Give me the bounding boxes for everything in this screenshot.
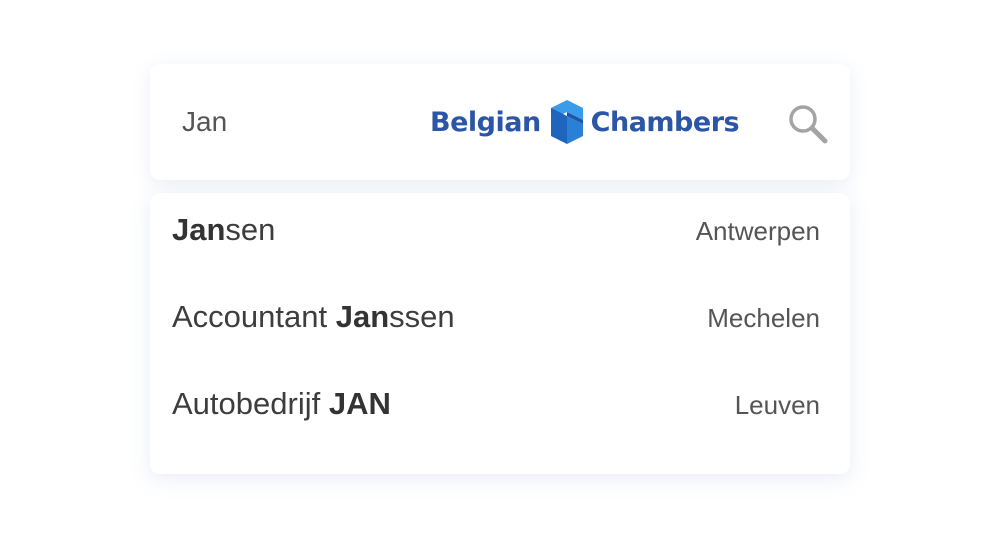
result-name: Accountant Janssen (172, 299, 455, 334)
results-dropdown: Jansen Antwerpen Accountant Janssen Mech… (150, 193, 850, 474)
result-item[interactable]: Autobedrijf JAN Leuven (150, 364, 850, 451)
result-city: Mechelen (707, 303, 820, 333)
belgian-chambers-logo: Belgian Chambers (430, 97, 740, 147)
result-city: Leuven (734, 390, 820, 420)
search-bar: Belgian Chambers (150, 64, 850, 180)
result-item[interactable]: Jansen Antwerpen (150, 190, 850, 277)
search-icon[interactable] (786, 102, 830, 146)
result-name: Jansen (172, 212, 276, 247)
result-city: Antwerpen (695, 216, 820, 246)
search-input[interactable] (182, 104, 382, 140)
cube-logo-icon (550, 100, 583, 144)
logo-word-chambers: Chambers (590, 106, 740, 138)
result-item[interactable]: Accountant Janssen Mechelen (150, 277, 850, 364)
result-name: Autobedrijf JAN (172, 386, 391, 421)
logo-word-belgian: Belgian (430, 106, 541, 138)
